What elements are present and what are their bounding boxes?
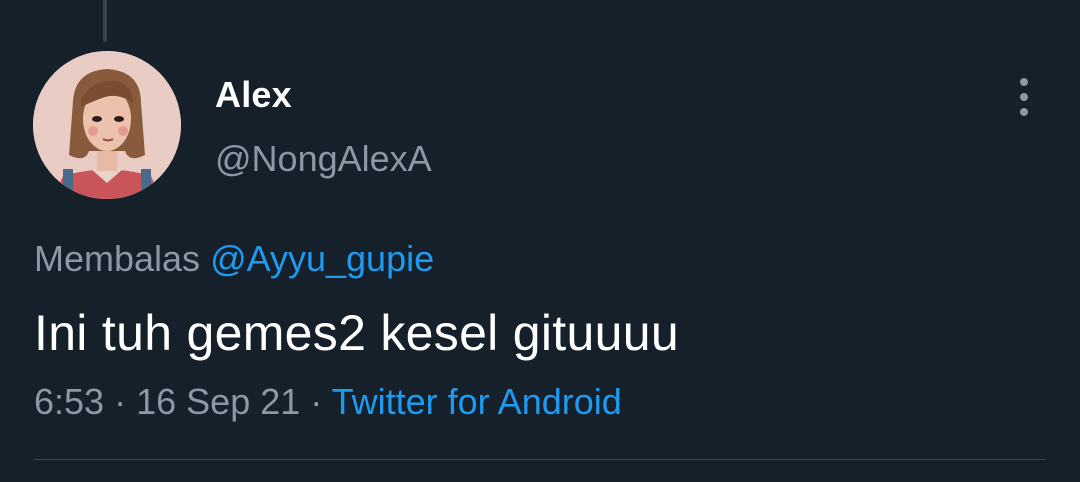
meta-separator: ·	[310, 381, 323, 422]
avatar[interactable]	[33, 51, 181, 199]
author-display-name[interactable]: Alex	[215, 74, 292, 116]
author-handle[interactable]: @NongAlexA	[215, 138, 432, 180]
divider	[34, 459, 1046, 460]
more-options-button[interactable]	[1008, 74, 1040, 120]
tweet-source-link[interactable]: Twitter for Android	[332, 381, 622, 422]
avatar-illustration-icon	[33, 51, 181, 199]
tweet-date[interactable]: 16 Sep 21	[136, 381, 300, 422]
tweet-text: Ini tuh gemes2 kesel gituuuu	[34, 305, 679, 361]
thread-connector-line	[103, 0, 107, 42]
reply-prefix: Membalas	[34, 238, 201, 279]
reply-context: Membalas @Ayyu_gupie	[34, 238, 434, 280]
more-vertical-icon-dot	[1020, 108, 1028, 116]
tweet-meta: 6:53 · 16 Sep 21 · Twitter for Android	[34, 381, 622, 423]
more-vertical-icon	[1020, 78, 1028, 86]
more-vertical-icon-dot	[1020, 93, 1028, 101]
tweet-detail: Alex @NongAlexA Membalas @Ayyu_gupie Ini…	[0, 0, 1080, 482]
meta-separator: ·	[114, 381, 127, 422]
reply-mention-link[interactable]: @Ayyu_gupie	[210, 238, 434, 279]
tweet-time[interactable]: 6:53	[34, 381, 104, 422]
